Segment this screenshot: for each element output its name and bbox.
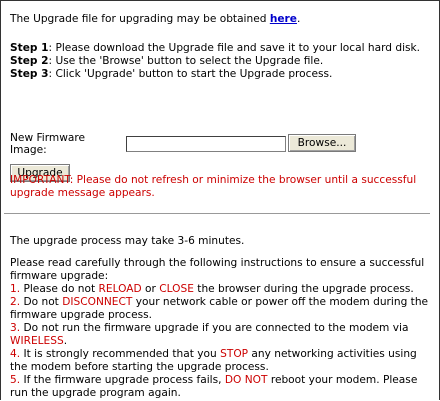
instruction-text: Do not	[20, 296, 63, 308]
upgrade-time-note: The upgrade process may take 3-6 minutes…	[10, 235, 245, 247]
step-2: Step 2: Use the 'Browse' button to selec…	[10, 55, 430, 68]
instruction-number: 3.	[10, 322, 21, 334]
download-here-link[interactable]: here	[270, 13, 297, 25]
instruction-number: 1.	[10, 283, 21, 295]
step-2-text: : Use the 'Browse' button to select the …	[48, 55, 324, 67]
new-firmware-label: New Firmware Image:	[10, 132, 86, 156]
instruction-item: 3. Do not run the firmware upgrade if yo…	[10, 322, 430, 348]
instruction-keyword: STOP	[220, 348, 249, 360]
instruction-keyword: DISCONNECT	[62, 296, 133, 308]
instruction-item: 1. Please do not RELOAD or CLOSE the bro…	[10, 283, 430, 296]
step-3-label: Step 3	[10, 68, 49, 80]
intro-text-after: .	[296, 13, 301, 25]
step-2-label: Step 2	[10, 55, 49, 67]
instruction-keyword: RELOAD	[98, 283, 142, 295]
instruction-text: .	[63, 335, 68, 347]
instruction-text: Please do not	[20, 283, 99, 295]
important-warning: IMPORTANT: Please do not refresh or mini…	[10, 174, 417, 199]
instruction-number: 5.	[10, 374, 21, 386]
instruction-number: 4.	[10, 348, 21, 360]
step-3-text: : Click 'Upgrade' button to start the Up…	[48, 68, 333, 80]
instruction-number: 2.	[10, 296, 21, 308]
instruction-text: It is strongly recommended that you	[20, 348, 221, 360]
instruction-text: or	[141, 283, 160, 295]
instructions-intro: Please read carefully through the follow…	[10, 257, 425, 282]
instruction-keyword: CLOSE	[159, 283, 194, 295]
instruction-item: 2. Do not DISCONNECT your network cable …	[10, 296, 430, 322]
section-divider	[4, 213, 430, 214]
instruction-text: the browser during the upgrade process.	[193, 283, 414, 295]
instruction-item: 4. It is strongly recommended that you S…	[10, 348, 430, 374]
upgrade-instructions: Please read carefully through the follow…	[10, 257, 430, 400]
instruction-item: 5. If the firmware upgrade process fails…	[10, 374, 430, 400]
instruction-keyword: WIRELESS	[10, 335, 64, 347]
instruction-text: If the firmware upgrade process fails,	[20, 374, 225, 386]
intro-text: The Upgrade file for upgrading may be ob…	[10, 13, 430, 26]
upgrade-steps: Step 1: Please download the Upgrade file…	[10, 42, 430, 81]
intro-text-before: The Upgrade file for upgrading may be ob…	[10, 13, 270, 25]
firmware-file-input[interactable]	[126, 136, 286, 152]
instruction-text: Do not run the firmware upgrade if you a…	[20, 322, 409, 334]
step-3: Step 3: Click 'Upgrade' button to start …	[10, 68, 430, 81]
step-1-label: Step 1	[10, 42, 49, 54]
browse-button[interactable]: Browse...	[288, 134, 356, 152]
instruction-keyword: DO NOT	[224, 374, 268, 386]
step-1-text: : Please download the Upgrade file and s…	[48, 42, 421, 54]
step-1: Step 1: Please download the Upgrade file…	[10, 42, 430, 55]
